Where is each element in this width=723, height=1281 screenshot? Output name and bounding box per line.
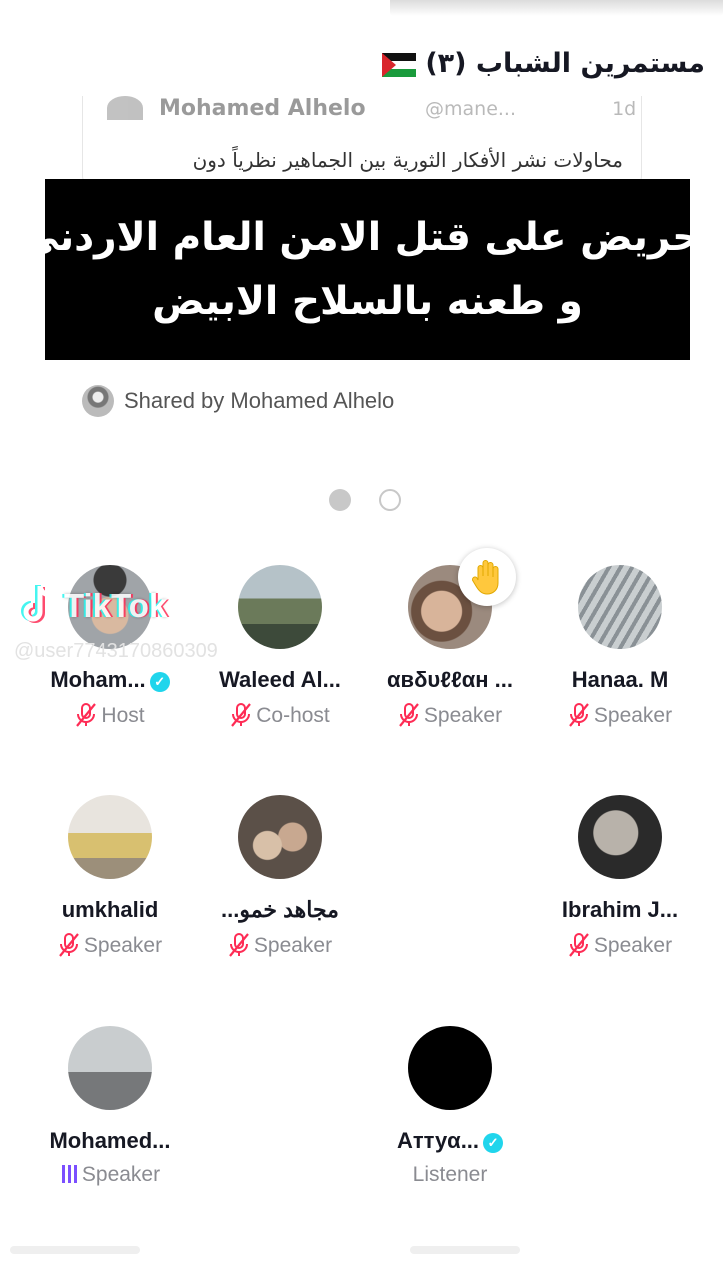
participant-tile[interactable]: Ibrahim J... Speaker: [535, 795, 705, 957]
participant-role: Speaker: [25, 932, 195, 958]
participant-name-text: Moham...: [50, 667, 146, 692]
participant-name: Ibrahim J...: [561, 897, 679, 922]
mic-muted-icon: [229, 933, 249, 957]
mic-muted-icon: [231, 703, 252, 727]
role-label: Co-host: [256, 704, 330, 727]
hand-icon: [472, 560, 499, 595]
avatar[interactable]: [238, 565, 322, 649]
mic-muted-icon: [569, 933, 589, 957]
participant-name: مجاهد خمو...: [221, 897, 339, 922]
participant-name: Waleed Al...: [219, 667, 341, 692]
pager-dot[interactable]: [379, 489, 401, 511]
avatar[interactable]: [68, 795, 152, 879]
caption-line-2: و طعنه بالسلاح الابيض: [152, 278, 583, 324]
bottom-strip-segment: [10, 1246, 140, 1254]
participant-role: Speaker: [195, 932, 365, 958]
participant-role: Co-host: [195, 702, 365, 728]
participant-name: umkhalid: [61, 897, 159, 922]
participant-tile[interactable]: umkhalid Speaker: [25, 795, 195, 957]
speaking-bars-icon: [61, 1165, 77, 1183]
participant-tile[interactable]: Waleed Al... Co-host: [195, 565, 365, 727]
verified-badge-icon: ✓: [149, 672, 170, 692]
role-label: Speaker: [253, 934, 333, 957]
participant-name: Mohamed...: [49, 1128, 171, 1153]
participant-role: Listener: [412, 1163, 488, 1186]
palestine-flag-icon: [381, 52, 416, 77]
shared-by[interactable]: Shared by Mohamed Alhelo: [82, 384, 394, 418]
role-label: Host: [101, 704, 145, 727]
role-label: Speaker: [81, 1163, 161, 1186]
tiktok-watermark: TikTok: [16, 578, 167, 634]
pager-dot-active[interactable]: [329, 489, 351, 511]
role-label: Speaker: [83, 934, 163, 957]
participant-name: Hanaa. M: [571, 667, 669, 692]
post-handle-text: @mane...: [425, 98, 517, 120]
sharer-avatar: [82, 385, 114, 417]
participant-tile[interactable]: Aттуα... ✓ Listener: [365, 1026, 535, 1186]
participant-role: Speaker: [25, 1163, 195, 1187]
shared-post-card[interactable]: Mohamed Alhelo @mane... 1d محاولات نشر ا…: [82, 96, 642, 186]
post-header: Mohamed Alhelo @mane... 1d: [107, 96, 636, 124]
post-time: 1d: [612, 98, 637, 120]
shared-by-label: Shared by Mohamed Alhelo: [124, 388, 395, 413]
participant-name-text: Aттуα...: [396, 1128, 480, 1153]
participant-role: Speaker: [535, 702, 705, 728]
raised-hand-icon: [458, 548, 516, 606]
avatar[interactable]: [408, 1026, 492, 1110]
verified-badge-icon: ✓: [483, 1133, 504, 1153]
role-label: Speaker: [593, 934, 673, 957]
role-label: Speaker: [423, 704, 503, 727]
avatar[interactable]: [238, 795, 322, 879]
status-strip: [390, 0, 723, 16]
role-label: Speaker: [593, 704, 673, 727]
mic-muted-icon: [76, 703, 97, 727]
participant-name: αвδυℓℓαн ...: [387, 667, 513, 692]
avatar[interactable]: [578, 795, 662, 879]
mic-muted-icon: [59, 933, 79, 957]
mic-muted-icon: [399, 703, 419, 727]
participant-tile[interactable]: Hanaa. M Speaker: [535, 565, 705, 727]
participant-role: Speaker: [365, 702, 535, 728]
post-author-avatar: [107, 96, 143, 120]
carousel-pager[interactable]: [327, 487, 407, 513]
caption-line-1: تحريض على قتل الامن العام الاردني: [20, 214, 715, 260]
post-author-name: Mohamed Alhelo: [159, 96, 366, 121]
mic-muted-icon: [569, 703, 589, 727]
bottom-strip-segment: [410, 1246, 520, 1254]
participant-name: Moham... ✓: [25, 667, 195, 693]
tiktok-username: @user7743170860309: [14, 640, 218, 662]
avatar[interactable]: [68, 1026, 152, 1110]
participant-name: Aттуα... ✓: [365, 1128, 535, 1154]
room-title-text: مستمرين الشباب (٣): [425, 48, 705, 79]
participant-tile[interactable]: Mohamed... Speaker: [25, 1026, 195, 1186]
caption-overlay: تحريض على قتل الامن العام الاردني و طعنه…: [20, 179, 715, 360]
room-title: مستمرين الشباب (٣): [374, 48, 705, 79]
participant-role: Speaker: [535, 932, 705, 958]
room-header: مستمرين الشباب (٣): [0, 0, 723, 100]
bottom-strip: [10, 1246, 710, 1258]
tiktok-logo-text: TikTok: [64, 587, 168, 624]
participant-role: Host: [25, 702, 195, 728]
participant-tile[interactable]: مجاهد خمو... Speaker: [195, 795, 365, 957]
post-author-handle: @mane... 1d: [425, 98, 636, 120]
avatar[interactable]: [578, 565, 662, 649]
tiktok-logo-icon: [21, 585, 52, 623]
post-text: محاولات نشر الأفكار الثورية بين الجماهير…: [192, 148, 623, 172]
